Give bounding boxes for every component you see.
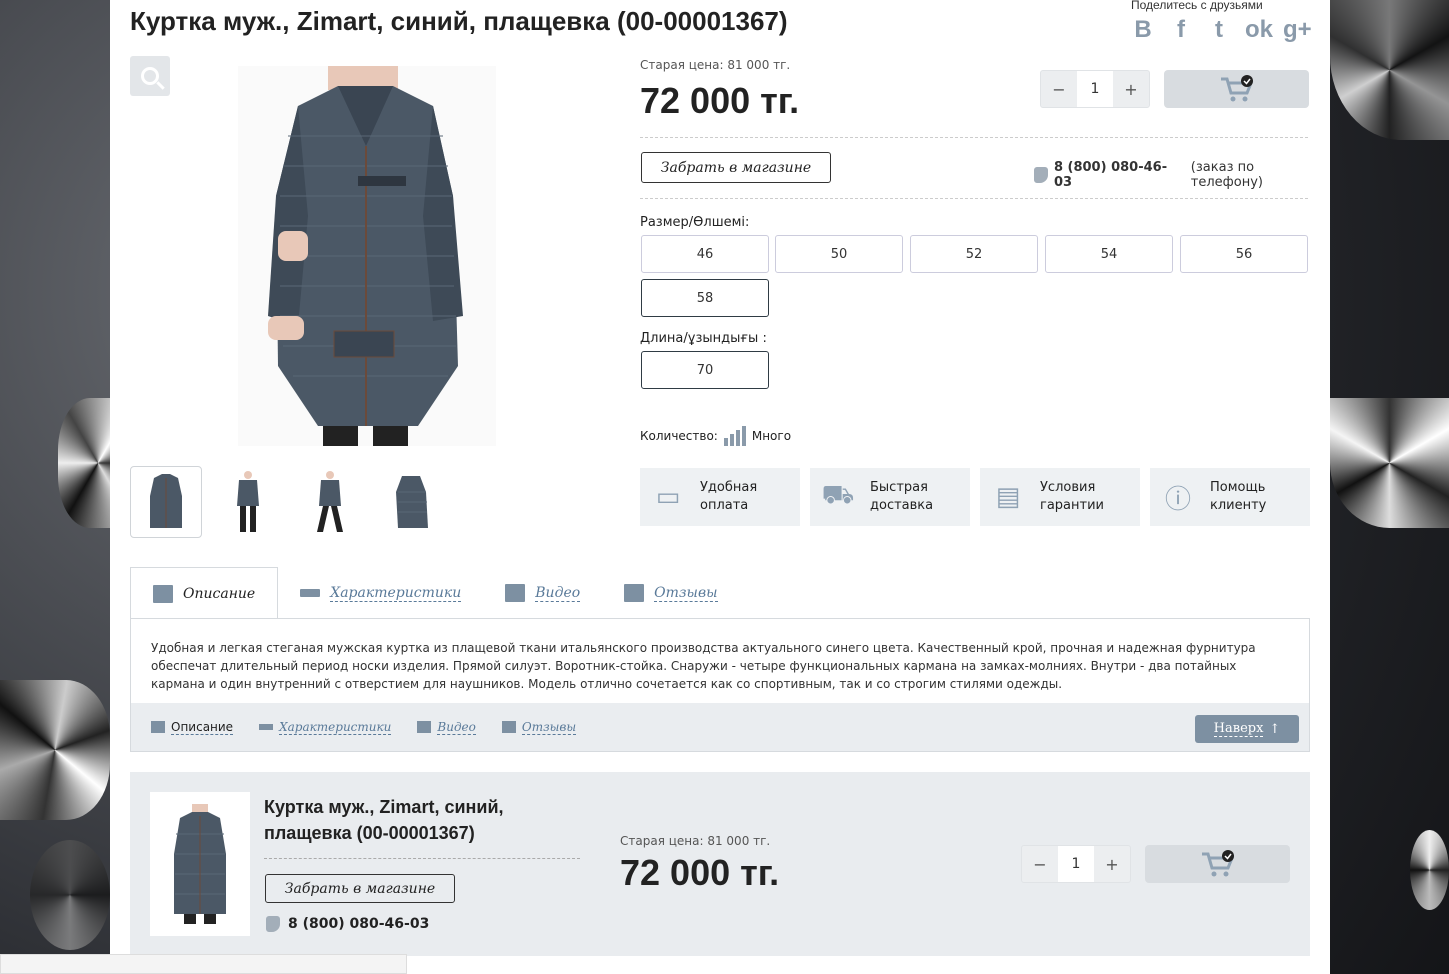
divider bbox=[640, 198, 1308, 199]
diamond-decoration bbox=[0, 680, 110, 820]
summary-phone: 8 (800) 080-46-03 bbox=[266, 916, 429, 932]
footer-nav-video[interactable]: Видео bbox=[417, 720, 476, 735]
summary-title: Куртка муж., Zimart, синий, плащевка (00-… bbox=[264, 797, 504, 843]
pickup-in-store-button[interactable]: Забрать в магазине bbox=[641, 152, 831, 183]
feature-delivery[interactable]: ⛟ Быстрая доставка bbox=[810, 468, 970, 526]
divider bbox=[264, 858, 580, 859]
diamond-decoration bbox=[1330, 0, 1449, 140]
thumbnail[interactable] bbox=[376, 466, 448, 538]
description-panel: Удобная и легкая стеганая мужская куртка… bbox=[130, 618, 1310, 752]
feature-warranty[interactable]: ▤ Условия гарантии bbox=[980, 468, 1140, 526]
diamond-decoration bbox=[1330, 398, 1449, 528]
phone-icon bbox=[266, 916, 280, 932]
share-label: Поделитесь с друзьями bbox=[1131, 0, 1263, 12]
video-icon bbox=[417, 721, 432, 733]
odnoklassniki-icon[interactable]: ok bbox=[1245, 16, 1273, 44]
size-option-52[interactable]: 52 bbox=[910, 235, 1038, 273]
description-text: Удобная и легкая стеганая мужская куртка… bbox=[151, 641, 1256, 691]
stock-value: Много bbox=[751, 429, 792, 443]
size-option-58[interactable]: 58 bbox=[641, 279, 769, 317]
phone-icon bbox=[1034, 167, 1048, 183]
quantity-input[interactable]: 1 bbox=[1077, 71, 1113, 107]
feature-payment[interactable]: ▭ Удобная оплата bbox=[640, 468, 800, 526]
size-label: Размер/Өлшемі: bbox=[640, 215, 750, 230]
summary-old-price: Старая цена: 81 000 тг. bbox=[620, 834, 771, 848]
length-option-70[interactable]: 70 bbox=[641, 351, 769, 389]
ruler-icon bbox=[259, 724, 274, 730]
quantity-stepper: − 1 + bbox=[1040, 70, 1150, 108]
summary-add-to-cart-button[interactable] bbox=[1145, 845, 1290, 883]
increment-button[interactable]: + bbox=[1113, 71, 1149, 107]
card-icon: ▭ bbox=[655, 482, 681, 512]
thumbnail-strip bbox=[130, 466, 448, 538]
jacket-image bbox=[238, 66, 496, 446]
comment-icon bbox=[501, 721, 516, 733]
decrement-button[interactable]: − bbox=[1022, 846, 1058, 882]
size-option-46[interactable]: 46 bbox=[641, 235, 769, 273]
document-icon bbox=[153, 584, 173, 603]
product-main-image[interactable] bbox=[238, 66, 496, 446]
footer-nav-specifications[interactable]: Характеристики bbox=[259, 720, 392, 735]
tab-reviews[interactable]: Отзывы bbox=[602, 567, 739, 619]
phone-order: 8 (800) 080-46-03 (заказ по телефону) bbox=[1034, 160, 1330, 190]
summary-product-image bbox=[150, 792, 250, 936]
increment-button[interactable]: + bbox=[1094, 846, 1130, 882]
phone-note: (заказ по телефону) bbox=[1190, 160, 1264, 190]
size-option-56[interactable]: 56 bbox=[1180, 235, 1308, 273]
summary-pickup-button[interactable]: Забрать в магазине bbox=[265, 874, 455, 903]
google-plus-icon[interactable]: g+ bbox=[1283, 16, 1312, 44]
document-icon: ▤ bbox=[995, 482, 1021, 512]
stock-label: Количество: bbox=[640, 429, 718, 443]
quantity-input[interactable]: 1 bbox=[1058, 846, 1094, 882]
stock-bars-icon bbox=[723, 426, 746, 446]
tab-video[interactable]: Видео bbox=[483, 567, 602, 619]
sticky-product-summary: Куртка муж., Zimart, синий, плащевка (00-… bbox=[130, 772, 1310, 956]
ruler-icon bbox=[300, 589, 321, 597]
stock-indicator: Количество: Много bbox=[640, 426, 791, 446]
product-title: Куртка муж., Zimart, синий, плащевка (00… bbox=[130, 6, 788, 36]
description-footer-nav: Описание Характеристики Видео Отзывы Нав… bbox=[131, 703, 1309, 751]
tab-specifications[interactable]: Характеристики bbox=[278, 567, 483, 619]
thumbnail[interactable] bbox=[130, 466, 202, 538]
length-label: Длина/ұзындығы : bbox=[640, 331, 767, 346]
scroll-up-button[interactable]: Наверх ↑ bbox=[1195, 715, 1299, 743]
truck-icon: ⛟ bbox=[821, 480, 855, 510]
diamond-decoration bbox=[1410, 830, 1449, 910]
feature-help[interactable]: ⓘ Помощь клиенту bbox=[1150, 468, 1310, 526]
tab-description[interactable]: Описание bbox=[130, 567, 279, 619]
footer-nav-reviews[interactable]: Отзывы bbox=[501, 720, 577, 735]
product-tabs: Описание Характеристики Видео Отзывы bbox=[130, 567, 740, 619]
comment-icon bbox=[624, 584, 645, 602]
share-block: Поделитесь с друзьями B f t ok g+ bbox=[1131, 0, 1321, 44]
footer-nav-description[interactable]: Описание bbox=[151, 720, 234, 735]
thumbnail[interactable] bbox=[212, 466, 284, 538]
summary-price: 72 000 тг. bbox=[620, 852, 780, 893]
current-price: 72 000 тг. bbox=[640, 80, 800, 121]
size-option-54[interactable]: 54 bbox=[1045, 235, 1173, 273]
cart-icon bbox=[1201, 850, 1234, 877]
decrement-button[interactable]: − bbox=[1041, 71, 1077, 107]
video-icon bbox=[505, 584, 526, 602]
document-icon bbox=[151, 721, 165, 733]
diamond-decoration bbox=[30, 840, 110, 950]
divider bbox=[640, 137, 1308, 138]
summary-quantity-stepper: − 1 + bbox=[1021, 845, 1131, 883]
zoom-button[interactable] bbox=[130, 56, 170, 96]
cart-icon bbox=[1220, 75, 1253, 102]
arrow-up-icon: ↑ bbox=[1269, 721, 1281, 737]
facebook-icon[interactable]: f bbox=[1169, 16, 1193, 44]
twitter-icon[interactable]: t bbox=[1207, 16, 1231, 44]
info-icon: ⓘ bbox=[1164, 484, 1191, 515]
old-price: Старая цена: 81 000 тг. bbox=[640, 58, 791, 72]
add-to-cart-button[interactable] bbox=[1164, 70, 1309, 108]
zoom-icon bbox=[141, 67, 159, 85]
product-page: Куртка муж., Zimart, синий, плащевка (00… bbox=[110, 0, 1330, 974]
bottom-bar bbox=[0, 954, 407, 974]
phone-number[interactable]: 8 (800) 080-46-03 bbox=[1054, 160, 1185, 190]
thumbnail[interactable] bbox=[294, 466, 366, 538]
vk-icon[interactable]: B bbox=[1131, 16, 1155, 44]
size-option-50[interactable]: 50 bbox=[775, 235, 903, 273]
